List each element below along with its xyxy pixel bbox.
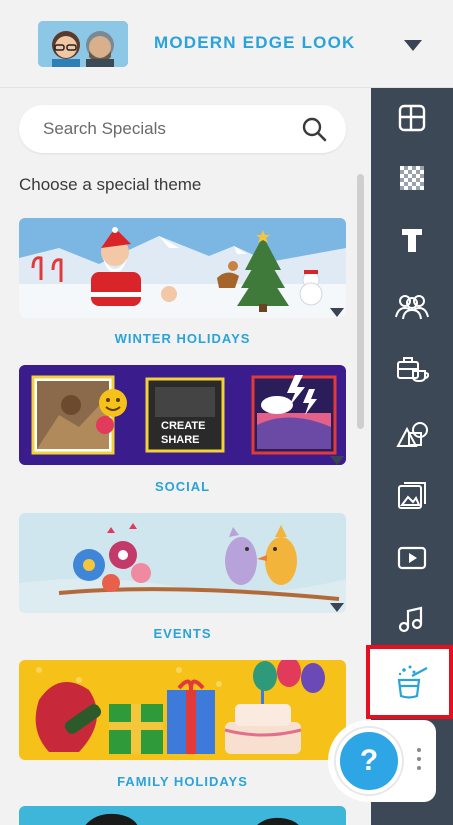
props-icon (397, 357, 429, 383)
characters-icon (395, 295, 429, 320)
social-thumbnail-text-create: CREATE (161, 420, 205, 432)
project-title[interactable]: MODERN EDGE LOOK (154, 33, 356, 53)
tools-sidebar (366, 88, 453, 825)
theme-label-social[interactable]: SOCIAL (19, 479, 346, 494)
search-icon[interactable] (301, 116, 327, 142)
toolbar-item-images[interactable] (371, 466, 453, 526)
theme-card-social[interactable]: CREATE SHARE (19, 365, 346, 465)
toolbar-item-props[interactable] (371, 338, 453, 398)
layout-icon (398, 104, 426, 132)
text-icon (402, 229, 422, 252)
chevron-down-icon[interactable] (330, 308, 344, 317)
search-input[interactable] (43, 117, 293, 141)
toolbar-item-characters[interactable] (371, 276, 453, 336)
toolbar-item-layout[interactable] (371, 88, 453, 148)
help-button[interactable]: ? (336, 728, 402, 794)
project-header: MODERN EDGE LOOK (0, 0, 453, 88)
project-thumbnail[interactable] (38, 21, 128, 67)
toolbar-item-specials[interactable] (366, 645, 453, 719)
panel-scrollbar[interactable] (357, 174, 364, 429)
specials-panel: Choose a special theme WI (0, 88, 371, 825)
chevron-down-icon[interactable] (404, 40, 422, 51)
help-widget: ? (328, 720, 436, 802)
more-options-icon[interactable] (416, 748, 422, 774)
theme-card-winter-holidays[interactable] (19, 218, 346, 318)
social-thumbnail-text-share: SHARE (161, 434, 200, 446)
images-icon (398, 482, 426, 509)
search-box (19, 105, 346, 153)
theme-label-events[interactable]: EVENTS (19, 626, 346, 641)
toolbar-item-video[interactable] (371, 528, 453, 588)
toolbar-item-shapes[interactable] (371, 404, 453, 464)
chevron-down-icon[interactable] (330, 603, 344, 612)
specials-magic-hat-icon (397, 665, 428, 699)
video-icon (397, 546, 427, 570)
theme-card-events[interactable] (19, 513, 346, 613)
music-icon (398, 606, 423, 633)
panel-prompt: Choose a special theme (19, 175, 202, 194)
shapes-icon (396, 422, 428, 447)
background-pattern-icon (400, 166, 424, 190)
toolbar-item-text[interactable] (371, 210, 453, 270)
theme-card-next[interactable] (19, 806, 346, 825)
theme-label-family-holidays[interactable]: FAMILY HOLIDAYS (19, 774, 346, 789)
theme-card-family-holidays[interactable] (19, 660, 346, 760)
toolbar-item-background[interactable] (371, 148, 453, 208)
theme-label-winter-holidays[interactable]: WINTER HOLIDAYS (19, 331, 346, 346)
chevron-down-icon[interactable] (330, 456, 344, 465)
toolbar-item-music[interactable] (371, 590, 453, 650)
